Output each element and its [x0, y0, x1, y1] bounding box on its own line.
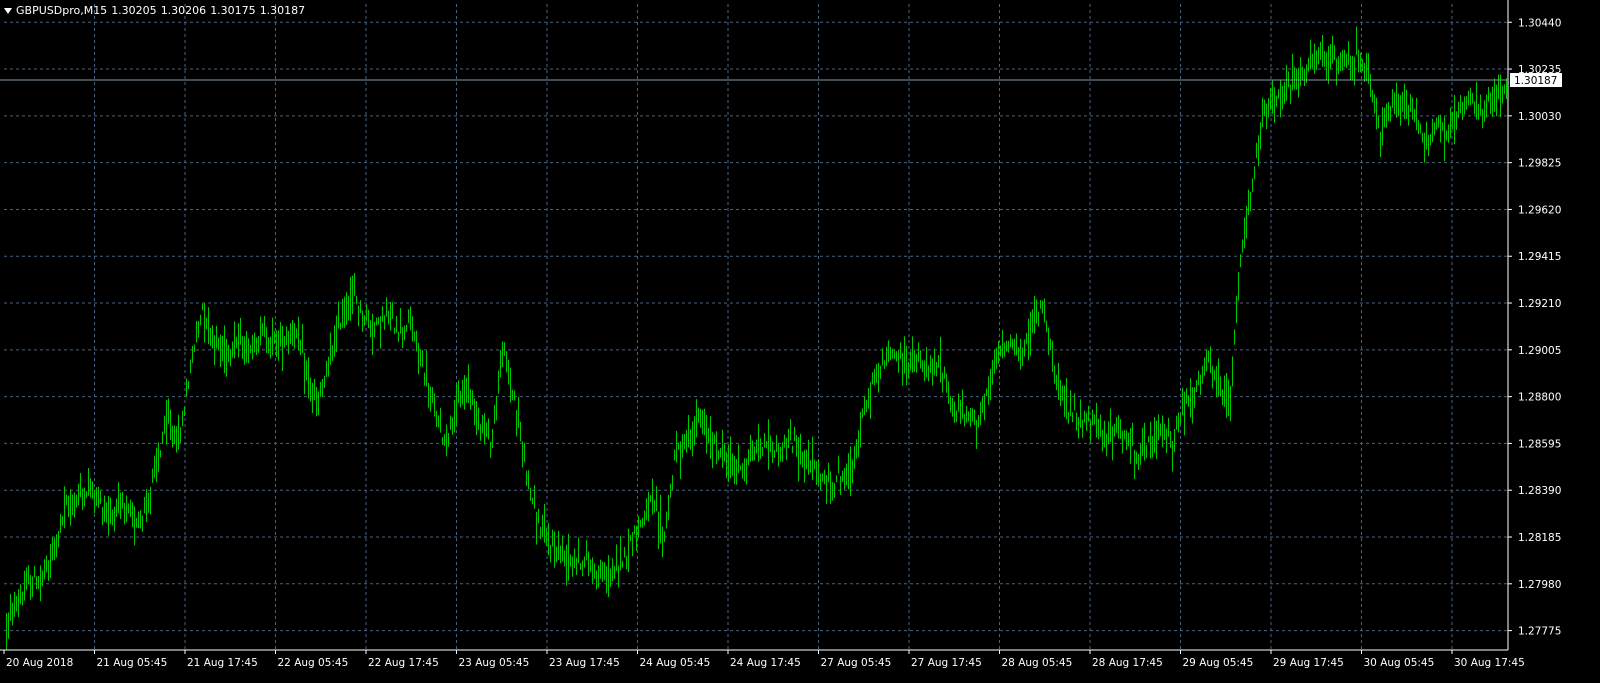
open-value: 1.30205: [111, 4, 157, 17]
x-tick-label: 21 Aug 05:45: [97, 657, 168, 669]
close-value: 1.30187: [259, 4, 306, 17]
symbol-label: GBPUSDpro,M15: [16, 4, 108, 17]
y-tick-label: 1.28390: [1518, 485, 1561, 497]
y-tick-label: 1.29005: [1518, 345, 1561, 357]
y-tick-label: 1.28185: [1518, 532, 1561, 544]
x-tick-label: 29 Aug 17:45: [1273, 657, 1344, 669]
x-tick-label: 29 Aug 05:45: [1183, 657, 1254, 669]
y-tick-label: 1.29620: [1518, 204, 1561, 216]
x-tick-label: 28 Aug 17:45: [1092, 657, 1163, 669]
y-tick-label: 1.29825: [1518, 158, 1561, 170]
y-tick-label: 1.30440: [1518, 17, 1561, 29]
y-tick-label: 1.28595: [1518, 438, 1561, 450]
x-tick-label: 22 Aug 05:45: [278, 657, 349, 669]
x-tick-label: 24 Aug 05:45: [640, 657, 711, 669]
x-tick-label: 30 Aug 17:45: [1454, 657, 1525, 669]
low-value: 1.30175: [210, 4, 256, 17]
x-tick-label: 23 Aug 17:45: [549, 657, 620, 669]
x-tick-label: 24 Aug 17:45: [730, 657, 801, 669]
y-tick-label: 1.30030: [1518, 111, 1561, 123]
chart-header: GBPUSDpro,M15 1.30205 1.30206 1.30175 1.…: [4, 4, 305, 17]
x-tick-label: 28 Aug 05:45: [1002, 657, 1073, 669]
x-tick-label: 23 Aug 05:45: [459, 657, 530, 669]
price-chart[interactable]: 1.304401.302351.300301.298251.296201.294…: [0, 0, 1600, 683]
current-price-label: 1.30187: [1514, 75, 1557, 87]
x-tick-label: 30 Aug 05:45: [1364, 657, 1435, 669]
y-tick-label: 1.28800: [1518, 392, 1561, 404]
x-tick-label: 22 Aug 17:45: [368, 657, 439, 669]
x-tick-label: 27 Aug 05:45: [821, 657, 892, 669]
x-tick-label: 20 Aug 2018: [6, 657, 73, 669]
y-tick-label: 1.29415: [1518, 251, 1561, 263]
x-tick-label: 21 Aug 17:45: [187, 657, 258, 669]
y-tick-label: 1.27980: [1518, 579, 1561, 591]
high-value: 1.30206: [160, 4, 207, 17]
x-tick-label: 27 Aug 17:45: [911, 657, 982, 669]
y-tick-label: 1.29210: [1518, 298, 1561, 310]
y-tick-label: 1.27775: [1518, 626, 1561, 638]
dropdown-triangle-icon[interactable]: [4, 8, 12, 14]
chart-window[interactable]: 1.30440 1.30235 1.30030 1.29825 1.29620 1.294…: [0, 0, 1600, 683]
